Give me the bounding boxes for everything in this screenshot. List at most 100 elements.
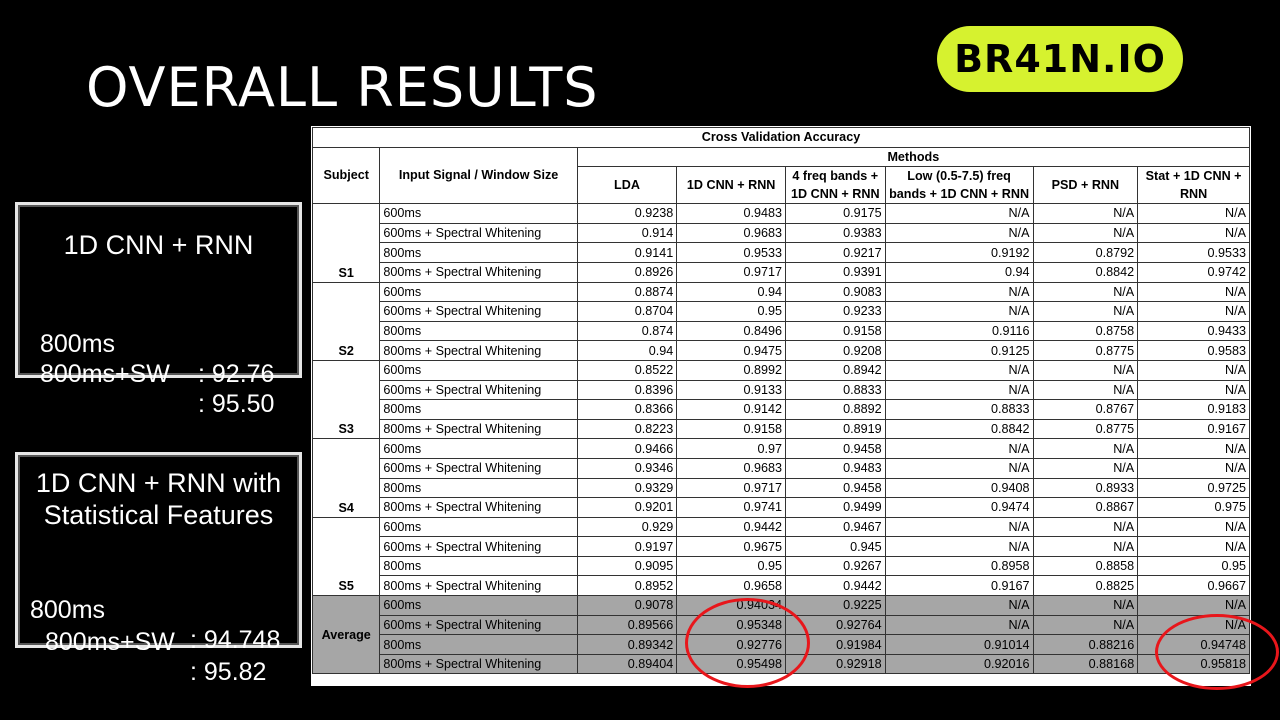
value-cell: 0.9225	[784, 595, 886, 616]
value-cell: 0.8767	[1032, 399, 1139, 420]
result-label: 800ms+SW	[45, 628, 175, 656]
table-row: 800ms + Spectral Whitening 0.8952 0.9658 0.…	[313, 575, 1250, 597]
signal-cell: 600ms + Spectral Whitening	[379, 222, 578, 244]
value-cell: 0.9725	[1137, 477, 1250, 499]
signal-cell: 800ms	[379, 634, 578, 655]
value-cell: N/A	[884, 203, 1034, 224]
value-cell: N/A	[1032, 457, 1139, 479]
table-row: 800ms + Spectral Whitening 0.9201 0.9741 0.…	[313, 497, 1250, 518]
table-row: 800ms + Spectral Whitening 0.94 0.9475 0.92…	[313, 340, 1250, 361]
value-cell: 0.874	[576, 320, 678, 342]
value-cell: 0.8842	[884, 418, 1034, 440]
subject-cell: S3	[311, 359, 381, 440]
value-cell: N/A	[884, 438, 1034, 459]
table-row: S3 600ms 0.8522 0.8992 0.8942 N/A N/A N/A	[311, 359, 1250, 440]
value-cell: 0.9583	[1137, 340, 1250, 361]
signal-cell: 600ms	[379, 203, 578, 224]
value-cell: 0.8952	[576, 575, 678, 597]
table-body: S1 600ms 0.9238 0.9483 0.9175 N/A N/A N/A 600ms …	[311, 203, 1250, 675]
value-cell: 0.9742	[1137, 261, 1250, 283]
value-cell: N/A	[1137, 457, 1250, 479]
value-cell: N/A	[884, 457, 1034, 479]
signal-cell: 600ms	[379, 516, 578, 538]
signal-cell: 600ms	[379, 281, 578, 303]
value-cell: 0.9238	[576, 203, 678, 224]
subject-cell: S5	[311, 516, 381, 597]
value-cell: 0.8833	[784, 379, 886, 401]
value-cell: 0.9466	[576, 438, 678, 459]
value-cell: 0.9192	[884, 242, 1034, 263]
value-cell: 0.9475	[676, 340, 786, 361]
value-cell: N/A	[884, 281, 1034, 303]
value-cell: 0.9201	[576, 497, 678, 518]
table-row: 800ms 0.9329 0.9717 0.9458 0.9408 0.8933 0.972…	[313, 477, 1250, 499]
table-row: S1 600ms 0.9238 0.9483 0.9175 N/A N/A N/A	[311, 203, 1250, 283]
value-cell: 0.9667	[1137, 575, 1250, 597]
value-cell: N/A	[1032, 536, 1139, 557]
value-cell: 0.95	[676, 301, 786, 322]
signal-cell: 800ms	[379, 399, 578, 420]
table-row: 800ms 0.874 0.8496 0.9158 0.9116 0.8758 0.9433	[313, 320, 1250, 342]
subject-header: Subject	[311, 146, 381, 205]
panel-title: 1D CNN + RNN with Statistical Features	[18, 467, 299, 531]
value-cell: N/A	[884, 516, 1034, 538]
value-cell: 0.8919	[784, 418, 886, 440]
value-cell: 0.929	[576, 516, 678, 538]
value-cell: 0.9197	[576, 536, 678, 557]
subject-cell: S2	[311, 281, 381, 361]
value-cell: 0.97	[676, 438, 786, 459]
value-cell: 0.8858	[1032, 555, 1139, 577]
value-cell: 0.9233	[784, 301, 886, 322]
result-row-800ms-sw: 800ms+SW : 95.82	[45, 597, 295, 717]
value-cell: 0.9125	[884, 340, 1034, 361]
value-cell: 0.9183	[1137, 399, 1250, 420]
slide-title: OVERALL RESULTS	[86, 56, 599, 119]
method-column-header: Low (0.5-7.5) freq bands + 1D CNN + RNN	[884, 166, 1034, 205]
value-cell: 0.8933	[1032, 477, 1139, 499]
table-row: 600ms + Spectral Whitening 0.914 0.9683 0.9…	[313, 222, 1250, 244]
value-cell: N/A	[1137, 301, 1250, 322]
value-cell: 0.9433	[1137, 320, 1250, 342]
methods-header: Methods	[576, 146, 1251, 168]
value-cell: 0.8704	[576, 301, 678, 322]
table-row: S4 600ms 0.9466 0.97 0.9458 N/A N/A N/A	[311, 438, 1250, 518]
value-cell: 0.94	[884, 261, 1034, 283]
value-cell: 0.8926	[576, 261, 678, 283]
signal-cell: 800ms	[379, 477, 578, 499]
table-row: 600ms + Spectral Whitening 0.9346 0.9683 0.…	[313, 457, 1250, 479]
value-cell: N/A	[1032, 281, 1139, 303]
table-row: 800ms + Spectral Whitening 0.8223 0.9158 0.…	[313, 418, 1250, 440]
value-cell: N/A	[1032, 379, 1139, 401]
value-cell: 0.8892	[784, 399, 886, 420]
value-cell: 0.9741	[676, 497, 786, 518]
value-cell: 0.8522	[576, 359, 678, 381]
value-cell: 0.9717	[676, 261, 786, 283]
summary-panel-cnn-rnn: 1D CNN + RNN 800ms : 92.76 800ms+SW : 95…	[15, 202, 302, 418]
value-cell: 0.9078	[576, 595, 678, 616]
value-cell: N/A	[1032, 438, 1139, 459]
value-cell: N/A	[1137, 438, 1250, 459]
value-cell: 0.9158	[784, 320, 886, 342]
value-cell: 0.9142	[676, 399, 786, 420]
value-cell: N/A	[884, 379, 1034, 401]
subject-cell: S1	[311, 203, 381, 283]
signal-cell: 800ms	[379, 555, 578, 577]
table-row: 600ms + Spectral Whitening 0.9197 0.9675 0.…	[313, 536, 1250, 557]
method-column-header: 1D CNN + RNN	[676, 166, 786, 205]
value-cell: 0.975	[1137, 497, 1250, 518]
value-cell: N/A	[1137, 516, 1250, 538]
value-cell: N/A	[884, 614, 1034, 636]
table-row: 600ms + Spectral Whitening 0.8704 0.95 0.92…	[313, 301, 1250, 322]
value-cell: 0.88168	[1032, 653, 1139, 675]
value-cell: 0.89566	[576, 614, 678, 636]
value-cell: 0.8758	[1032, 320, 1139, 342]
value-cell: 0.9483	[676, 203, 786, 224]
value-cell: 0.9167	[1137, 418, 1250, 440]
signal-cell: 800ms	[379, 242, 578, 263]
signal-cell: 600ms + Spectral Whitening	[379, 301, 578, 322]
result-value: : 95.82	[190, 658, 267, 686]
value-cell: 0.9442	[676, 516, 786, 538]
value-cell: 0.88216	[1032, 634, 1139, 655]
table-row: S5 600ms 0.929 0.9442 0.9467 N/A N/A N/A	[311, 516, 1250, 597]
signal-cell: 600ms	[379, 438, 578, 459]
